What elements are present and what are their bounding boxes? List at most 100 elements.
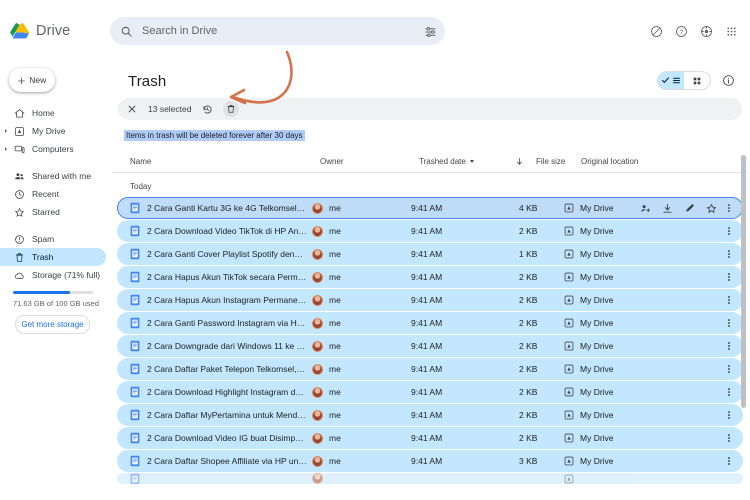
cell-owner: me bbox=[312, 249, 411, 260]
cell-trashed-date: 9:41 AM bbox=[411, 364, 501, 374]
more-options-icon[interactable] bbox=[723, 293, 735, 307]
help-icon[interactable]: ? bbox=[670, 20, 692, 42]
support-icon[interactable] bbox=[645, 20, 667, 42]
file-name: 2 Cara Download Highlight Instagram deng… bbox=[147, 387, 307, 397]
column-header-name[interactable]: Name bbox=[130, 157, 320, 166]
table-row[interactable]: 2 Cara Download Highlight Instagram deng… bbox=[117, 381, 743, 403]
owner-name: me bbox=[329, 249, 341, 259]
sidebar-item-my-drive[interactable]: My Drive bbox=[0, 122, 106, 140]
google-docs-icon bbox=[130, 317, 140, 329]
cell-owner: me bbox=[312, 203, 411, 214]
download-icon[interactable] bbox=[662, 203, 673, 214]
table-header: Name Owner Trashed date File size Origin… bbox=[112, 151, 748, 173]
cell-trashed-date: 9:41 AM bbox=[411, 433, 501, 443]
chevron-right-icon[interactable] bbox=[5, 147, 7, 151]
page-title: Trash bbox=[112, 62, 748, 90]
restore-button[interactable] bbox=[199, 101, 215, 117]
share-icon[interactable] bbox=[640, 203, 651, 214]
sidebar-item-home[interactable]: Home bbox=[0, 104, 106, 122]
table-row[interactable] bbox=[117, 473, 743, 484]
table-row[interactable]: 2 Cara Ganti Password Instagram via HP d… bbox=[117, 312, 743, 334]
owner-name: me bbox=[329, 318, 341, 328]
cell-file-size: 1 KB bbox=[519, 249, 564, 259]
table-row[interactable]: 2 Cara Downgrade dari Windows 11 ke Wind… bbox=[117, 335, 743, 357]
get-more-storage-label: Get more storage bbox=[21, 320, 83, 329]
cell-original-location bbox=[564, 474, 674, 484]
more-options-icon[interactable] bbox=[723, 339, 735, 353]
more-options-icon[interactable] bbox=[723, 408, 735, 422]
column-header-original-location[interactable]: Original location bbox=[581, 157, 691, 166]
table-row[interactable]: 2 Cara Hapus Akun TikTok secara Permanen… bbox=[117, 266, 743, 288]
main-panel: Trash bbox=[112, 62, 748, 498]
brand[interactable]: Drive bbox=[0, 0, 110, 62]
tune-icon[interactable] bbox=[424, 25, 437, 38]
more-options-icon[interactable] bbox=[723, 454, 735, 468]
sidebar-item-spam[interactable]: Spam bbox=[0, 230, 106, 248]
close-selection-button[interactable] bbox=[124, 101, 140, 117]
table-row[interactable]: 2 Cara Ganti Cover Playlist Spotify deng… bbox=[117, 243, 743, 265]
vertical-scrollbar[interactable] bbox=[741, 155, 746, 408]
list-view-button[interactable] bbox=[658, 71, 684, 90]
table-row[interactable]: 2 Cara Daftar Paket Telepon Telkomsel, H… bbox=[117, 358, 743, 380]
apps-grid-icon[interactable] bbox=[720, 20, 742, 42]
link-icon[interactable] bbox=[684, 203, 695, 214]
more-options-icon[interactable] bbox=[723, 385, 735, 399]
more-options-icon[interactable] bbox=[723, 224, 735, 238]
get-more-storage-button[interactable]: Get more storage bbox=[15, 315, 90, 334]
star-icon bbox=[13, 206, 25, 218]
avatar bbox=[312, 295, 323, 306]
more-options-icon[interactable] bbox=[723, 431, 735, 445]
table-row[interactable]: 2 Cara Ganti Kartu 3G ke 4G Telkomsel vi… bbox=[117, 197, 743, 219]
sidebar-label: Storage (71% full) bbox=[32, 270, 100, 280]
cell-owner: me bbox=[312, 272, 411, 283]
more-options-icon[interactable] bbox=[723, 247, 735, 261]
new-button[interactable]: + New bbox=[9, 68, 55, 92]
grid-view-button[interactable] bbox=[684, 71, 710, 90]
google-docs-icon bbox=[130, 340, 140, 352]
sidebar-item-recent[interactable]: Recent bbox=[0, 185, 106, 203]
table-row[interactable]: 2 Cara Download Video IG buat Disimpan d… bbox=[117, 427, 743, 449]
more-options-icon[interactable] bbox=[723, 270, 735, 284]
cell-owner: me bbox=[312, 364, 411, 375]
selection-count: 13 selected bbox=[148, 104, 191, 114]
location-name: My Drive bbox=[580, 203, 614, 213]
file-name: 2 Cara Hapus Akun TikTok secara Permanen… bbox=[147, 272, 307, 282]
cell-owner: me bbox=[312, 456, 411, 467]
google-docs-icon bbox=[130, 248, 140, 260]
info-icon[interactable] bbox=[720, 72, 737, 89]
chevron-right-icon[interactable] bbox=[5, 129, 7, 133]
my-drive-location-icon bbox=[564, 249, 574, 259]
delete-forever-button[interactable] bbox=[223, 101, 239, 117]
more-options-icon[interactable] bbox=[723, 316, 735, 330]
more-options-icon[interactable] bbox=[723, 362, 735, 376]
table-row[interactable]: 2 Cara Hapus Akun Instagram Permanen Ter… bbox=[117, 289, 743, 311]
location-name: My Drive bbox=[580, 295, 614, 305]
view-toggle bbox=[657, 71, 711, 90]
search-input[interactable] bbox=[142, 25, 415, 37]
sidebar-item-shared-with-me[interactable]: Shared with me bbox=[0, 167, 106, 185]
sidebar-item-starred[interactable]: Starred bbox=[0, 203, 106, 221]
column-header-owner[interactable]: Owner bbox=[320, 157, 419, 166]
row-actions bbox=[640, 203, 717, 214]
sidebar-item-storage[interactable]: Storage (71% full) bbox=[0, 266, 106, 284]
cell-owner: me bbox=[312, 295, 411, 306]
table-row[interactable]: 2 Cara Download Video TikTok di HP Andro… bbox=[117, 220, 743, 242]
file-name: 2 Cara Download Video TikTok di HP Andro… bbox=[147, 226, 307, 236]
column-header-file-size[interactable]: File size bbox=[536, 157, 581, 166]
avatar bbox=[312, 433, 323, 444]
sort-direction-icon[interactable] bbox=[515, 157, 524, 166]
table-row[interactable]: 2 Cara Daftar Shopee Affiliate via HP un… bbox=[117, 450, 743, 472]
table-row[interactable]: 2 Cara Daftar MyPertamina untuk Mendapat… bbox=[117, 404, 743, 426]
sidebar-item-computers[interactable]: Computers bbox=[0, 140, 106, 158]
sidebar-item-trash[interactable]: Trash bbox=[0, 248, 106, 266]
search-box[interactable] bbox=[110, 17, 445, 45]
star-icon[interactable] bbox=[706, 203, 717, 214]
column-header-trashed-date[interactable]: Trashed date bbox=[419, 157, 509, 166]
cell-file-size: 2 KB bbox=[519, 272, 564, 282]
cell-trashed-date: 9:41 AM bbox=[411, 410, 501, 420]
drive-app: Drive bbox=[0, 0, 750, 500]
plus-icon: + bbox=[18, 74, 26, 87]
my-drive-location-icon bbox=[564, 387, 574, 397]
gear-icon[interactable] bbox=[695, 20, 717, 42]
more-options-icon[interactable] bbox=[723, 201, 735, 215]
